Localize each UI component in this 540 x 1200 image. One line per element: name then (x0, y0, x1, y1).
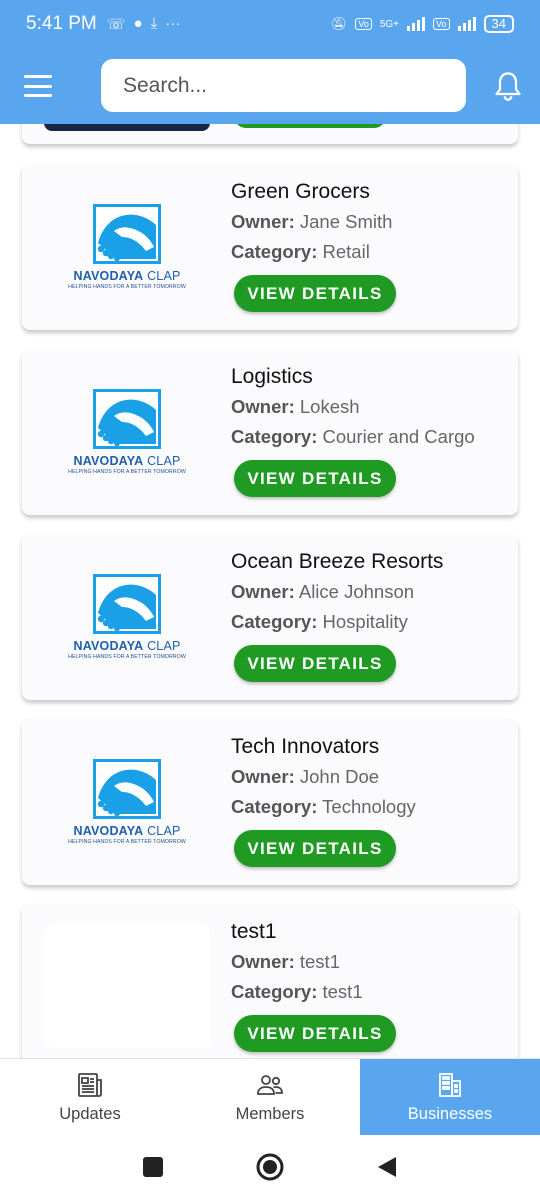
network-label: 5G+ (379, 18, 400, 30)
view-details-button[interactable]: VIEW DETAILS (234, 275, 396, 312)
status-bar: 5:41 PM ☏ ● ⤓ ··· 🔕︎ Vo 5G+ Vo 34 (0, 0, 540, 48)
business-logo: NAVODAYA CLAP HELPING HANDS FOR A BETTER… (44, 739, 210, 863)
business-owner: Owner: Jane Smith (231, 211, 393, 232)
logo-tagline: HELPING HANDS FOR A BETTER TOMORROW (68, 653, 186, 660)
status-time: 5:41 PM (26, 13, 97, 34)
logo-title: NAVODAYA CLAP (73, 638, 181, 653)
signal-icon (407, 17, 426, 31)
business-category: Category: Retail (231, 241, 370, 262)
business-logo (44, 124, 210, 131)
business-owner: Owner: John Doe (231, 766, 380, 787)
logo-tagline: HELPING HANDS FOR A BETTER TOMORROW (68, 283, 186, 290)
missed-call-icon: ☏ (106, 16, 126, 33)
view-details-button[interactable] (234, 124, 386, 128)
business-logo (44, 924, 210, 1048)
people-icon (257, 1075, 283, 1095)
business-category: Category: Hospitality (231, 611, 408, 632)
business-category: Category: Technology (231, 796, 416, 817)
business-card: NAVODAYA CLAP HELPING HANDS FOR A BETTER… (22, 349, 518, 515)
nav-businesses[interactable]: Businesses (360, 1059, 540, 1136)
business-card: test1 Owner: test1 Category: test1 VIEW … (22, 904, 518, 1058)
logo-title: NAVODAYA CLAP (73, 268, 181, 283)
nav-label: Members (235, 1105, 305, 1123)
chat-icon: ● (133, 15, 143, 32)
battery-icon: 34 (483, 15, 514, 33)
business-name: Ocean Breeze Resorts (231, 550, 444, 573)
business-card: NAVODAYA CLAP HELPING HANDS FOR A BETTER… (22, 164, 518, 330)
recents-icon[interactable] (141, 1155, 165, 1179)
view-details-button[interactable]: VIEW DETAILS (234, 830, 396, 867)
nav-label: Updates (59, 1105, 121, 1123)
logo-title: NAVODAYA CLAP (73, 453, 181, 468)
handshake-logo-icon (93, 203, 161, 264)
business-name: Logistics (231, 365, 313, 388)
business-logo: NAVODAYA CLAP HELPING HANDS FOR A BETTER… (44, 554, 210, 678)
mute-icon: 🔕︎ (330, 16, 348, 31)
business-logo: NAVODAYA CLAP HELPING HANDS FOR A BETTER… (44, 369, 210, 493)
business-category: Category: Courier and Cargo (231, 426, 475, 447)
logo-tagline: HELPING HANDS FOR A BETTER TOMORROW (68, 468, 186, 475)
business-card: NAVODAYA CLAP HELPING HANDS FOR A BETTER… (22, 719, 518, 885)
business-name: test1 (231, 920, 277, 943)
building-icon (439, 1073, 461, 1097)
menu-icon[interactable] (24, 75, 52, 97)
more-dots-icon: ··· (165, 15, 181, 32)
bottom-nav: Updates Members Businesses (0, 1058, 540, 1136)
nav-updates[interactable]: Updates (0, 1059, 180, 1136)
business-card-partial (22, 124, 518, 144)
handshake-logo-icon (93, 573, 161, 634)
handshake-logo-icon (93, 758, 161, 819)
back-icon[interactable] (375, 1155, 399, 1179)
handshake-logo-icon (93, 388, 161, 449)
business-card: NAVODAYA CLAP HELPING HANDS FOR A BETTER… (22, 534, 518, 700)
business-owner: Owner: Alice Johnson (231, 581, 415, 602)
view-details-button[interactable]: VIEW DETAILS (234, 460, 396, 497)
logo-title: NAVODAYA CLAP (73, 823, 181, 838)
business-category: Category: test1 (231, 981, 363, 1002)
view-details-button[interactable]: VIEW DETAILS (234, 645, 396, 682)
logo-tagline: HELPING HANDS FOR A BETTER TOMORROW (68, 838, 186, 845)
home-icon[interactable] (256, 1153, 284, 1181)
business-owner: Owner: test1 (231, 951, 340, 972)
volte-icon: Vo (355, 18, 372, 30)
nav-members[interactable]: Members (180, 1059, 360, 1136)
app-header (0, 48, 540, 124)
system-nav-bar (0, 1135, 540, 1200)
business-list: NAVODAYA CLAP HELPING HANDS FOR A BETTER… (0, 124, 540, 1058)
business-name: Green Grocers (231, 180, 370, 203)
view-details-button[interactable]: VIEW DETAILS (234, 1015, 396, 1052)
nav-label: Businesses (407, 1105, 493, 1123)
newspaper-icon (78, 1073, 102, 1097)
download-icon: ⤓ (150, 15, 158, 32)
business-owner: Owner: Lokesh (231, 396, 360, 417)
business-logo: NAVODAYA CLAP HELPING HANDS FOR A BETTER… (44, 184, 210, 308)
notification-bell-icon[interactable] (494, 70, 522, 102)
business-name: Tech Innovators (231, 735, 380, 758)
volte-icon: Vo (433, 18, 450, 30)
search-input[interactable] (101, 59, 466, 112)
signal-icon (457, 17, 476, 31)
